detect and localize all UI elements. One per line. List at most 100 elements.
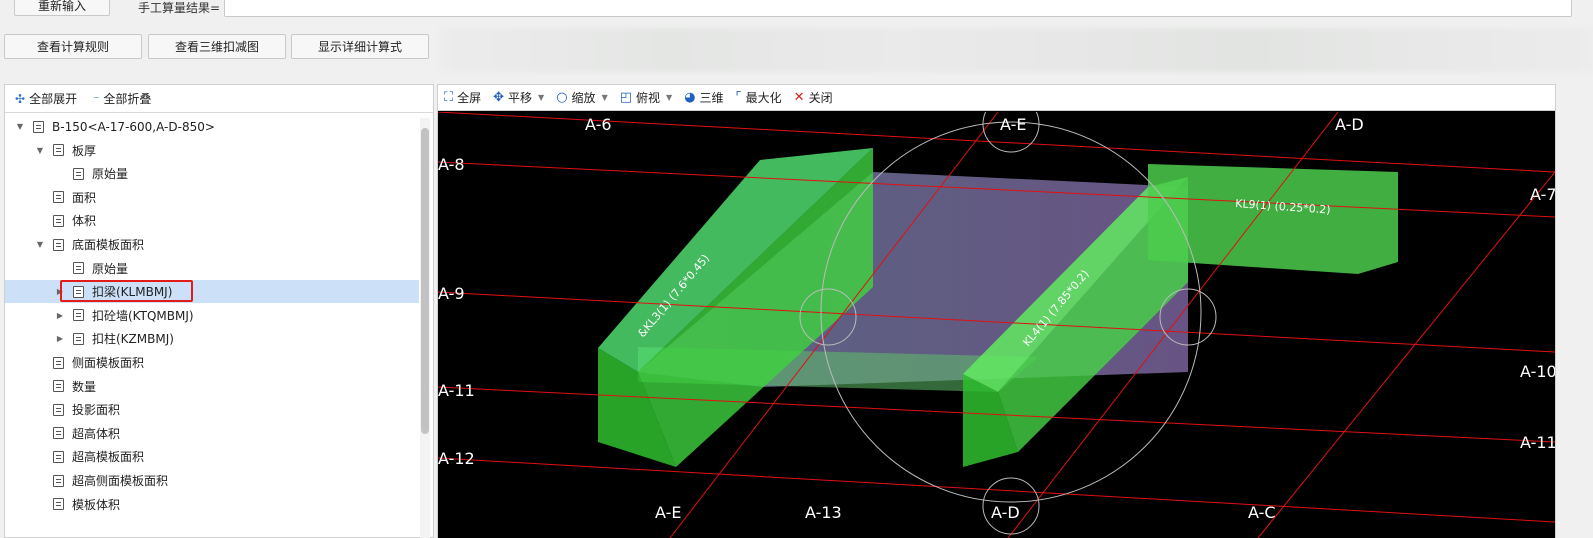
tree-item-label: 超高侧面模板面积 (72, 474, 169, 488)
view-rules-button[interactable]: 查看计算规则 (4, 34, 142, 59)
tree-item-label: 扣柱(KZMBMJ) (92, 332, 174, 347)
axis-label-ad-bottom: A-D (991, 503, 1020, 522)
expand-icon: ✣ (15, 91, 26, 106)
cube-icon: ◰ (619, 90, 633, 105)
tree-item[interactable]: 体积 (5, 209, 419, 232)
manual-result-input[interactable] (224, 0, 1572, 17)
maximize-button[interactable]: ⌜ 最大化 (736, 89, 782, 106)
tree-item[interactable]: ▼ 底面模板面积 (5, 233, 419, 256)
document-icon (73, 309, 84, 322)
tree-toggle-icon[interactable]: ▼ (15, 122, 25, 131)
reinput-button[interactable]: 重新输入 (14, 0, 110, 16)
zoom-button[interactable]: ○ 缩放 ▼ (556, 89, 608, 106)
tree-item[interactable]: 面积 (5, 186, 419, 209)
top-row: 重新输入 手工算量结果= (0, 0, 1593, 22)
axis-label-ac: A-C (1248, 503, 1276, 522)
tree-item[interactable]: ▶ 扣柱(KZMBMJ) (5, 327, 419, 350)
document-icon (53, 144, 64, 157)
document-icon (73, 167, 84, 180)
tree-item[interactable]: 投影面积 (5, 398, 419, 421)
tree-toggle-icon[interactable]: ▶ (55, 311, 65, 320)
3d-scene-canvas[interactable]: A-6 A-E A-D A-7 A-8 A-9 A-11 A-12 A-10 A… (438, 112, 1555, 538)
tree-item-label: 原始量 (92, 261, 129, 276)
tree-item-label: 面积 (72, 190, 97, 205)
tree-item-label: 底面模板面积 (72, 238, 145, 252)
tree-item[interactable]: 超高侧面模板面积 (5, 469, 419, 492)
document-icon (53, 427, 64, 440)
expand-all-button[interactable]: ✣ 全部展开 (15, 90, 77, 107)
top-view-button[interactable]: ◰ 俯视 ▼ (620, 89, 672, 106)
tree-item-label: 体积 (72, 214, 97, 229)
axis-label-a13: A-13 (805, 503, 842, 522)
manual-result-label: 手工算量结果= (138, 1, 221, 15)
3d-viewer: ⛶ 全屏 ✥ 平移 ▼ ○ 缩放 ▼ ◰ 俯视 ▼ ◕ 三维 ⌜ 最大化 ✕ 关… (437, 84, 1556, 538)
fullscreen-button[interactable]: ⛶ 全屏 (444, 89, 481, 106)
selection-highlight-box (60, 280, 193, 302)
tree-item[interactable]: 数量 (5, 375, 419, 398)
beam-kl9 (1148, 164, 1398, 274)
view-3d-deduction-button[interactable]: 查看三维扣减图 (148, 34, 286, 59)
tree-item-label: 数量 (72, 379, 97, 394)
tree-toolbar: ✣ 全部展开 ⁻ 全部折叠 (5, 85, 433, 113)
close-icon: ✕ (793, 90, 805, 105)
document-icon (53, 191, 64, 204)
document-icon (73, 332, 84, 345)
tree-scrollbar[interactable] (420, 118, 430, 538)
tree-panel: ✣ 全部展开 ⁻ 全部折叠 ▼ B-150<A-17-600,A-D-850> ▼ 板… (4, 84, 434, 538)
tree-toggle-icon[interactable]: ▼ (35, 240, 45, 249)
axis-label-a12: A-12 (438, 449, 475, 468)
calc-tree: ▼ B-150<A-17-600,A-D-850> ▼ 板厚 原始量 面积 体积 ▼ 底面模板面… (5, 114, 421, 538)
axis-label-a7: A-7 (1530, 185, 1555, 204)
3d-button[interactable]: ◕ 三维 (684, 89, 723, 106)
tree-item[interactable]: 超高模板面积 (5, 445, 419, 468)
tree-item[interactable]: 原始量 (5, 162, 419, 185)
document-icon (53, 238, 64, 251)
expand-all-label: 全部展开 (29, 92, 78, 106)
tree-item[interactable]: 模板体积 (5, 493, 419, 516)
axis-label-ae-top: A-E (1000, 115, 1026, 134)
pan-icon: ✥ (493, 90, 505, 105)
document-icon (53, 380, 64, 393)
collapse-all-button[interactable]: ⁻ 全部折叠 (93, 90, 151, 107)
fullscreen-icon: ⛶ (444, 90, 454, 105)
scrollbar-thumb[interactable] (421, 128, 429, 434)
document-icon (53, 498, 64, 511)
axis-label-a10: A-10 (1520, 362, 1555, 381)
axis-label-ae-bottom: A-E (655, 503, 681, 522)
3d-label: 三维 (699, 91, 724, 105)
chevron-down-icon: ▼ (538, 93, 545, 102)
collapse-all-label: 全部折叠 (103, 92, 152, 106)
axis-label-a9: A-9 (438, 284, 465, 303)
tree-item-label: B-150<A-17-600,A-D-850> (52, 119, 215, 134)
tree-item[interactable]: 侧面模板面积 (5, 351, 419, 374)
tree-item-label: 扣砼墙(KTQMBMJ) (92, 308, 194, 323)
axis-label-a11-right: A-11 (1520, 433, 1555, 452)
show-details-button[interactable]: 显示详细计算式 (291, 34, 429, 59)
tree-item[interactable]: 超高体积 (5, 422, 419, 445)
pan-button[interactable]: ✥ 平移 ▼ (493, 89, 544, 106)
tree-item-label: 侧面模板面积 (72, 356, 145, 370)
zoom-label: 缩放 (571, 91, 596, 105)
tree-item[interactable]: ▼ 板厚 (5, 139, 419, 162)
axis-label-a6: A-6 (585, 115, 612, 134)
document-icon (53, 450, 64, 463)
tree-toggle-icon[interactable]: ▶ (55, 334, 65, 343)
document-icon (53, 356, 64, 369)
zoom-icon: ○ (556, 90, 568, 105)
tree-item-label: 超高体积 (72, 426, 121, 441)
tree-item[interactable]: ▶ 扣砼墙(KTQMBMJ) (5, 304, 419, 327)
close-button[interactable]: ✕ 关闭 (794, 89, 833, 106)
tree-item[interactable]: ▼ B-150<A-17-600,A-D-850> (5, 115, 419, 138)
maximize-icon: ⌜ (735, 90, 742, 105)
collapse-icon: ⁻ (93, 91, 100, 106)
tree-toggle-icon[interactable]: ▼ (35, 146, 45, 155)
tree-item-label: 超高模板面积 (72, 450, 145, 465)
document-icon (53, 474, 64, 487)
tree-item-label: 投影面积 (72, 403, 121, 418)
document-icon (53, 214, 64, 227)
chevron-down-icon: ▼ (601, 93, 608, 102)
chevron-down-icon: ▼ (666, 93, 673, 102)
viewer-toolbar: ⛶ 全屏 ✥ 平移 ▼ ○ 缩放 ▼ ◰ 俯视 ▼ ◕ 三维 ⌜ 最大化 ✕ 关… (438, 85, 1555, 111)
document-icon (73, 262, 84, 275)
tree-item[interactable]: 原始量 (5, 257, 419, 280)
